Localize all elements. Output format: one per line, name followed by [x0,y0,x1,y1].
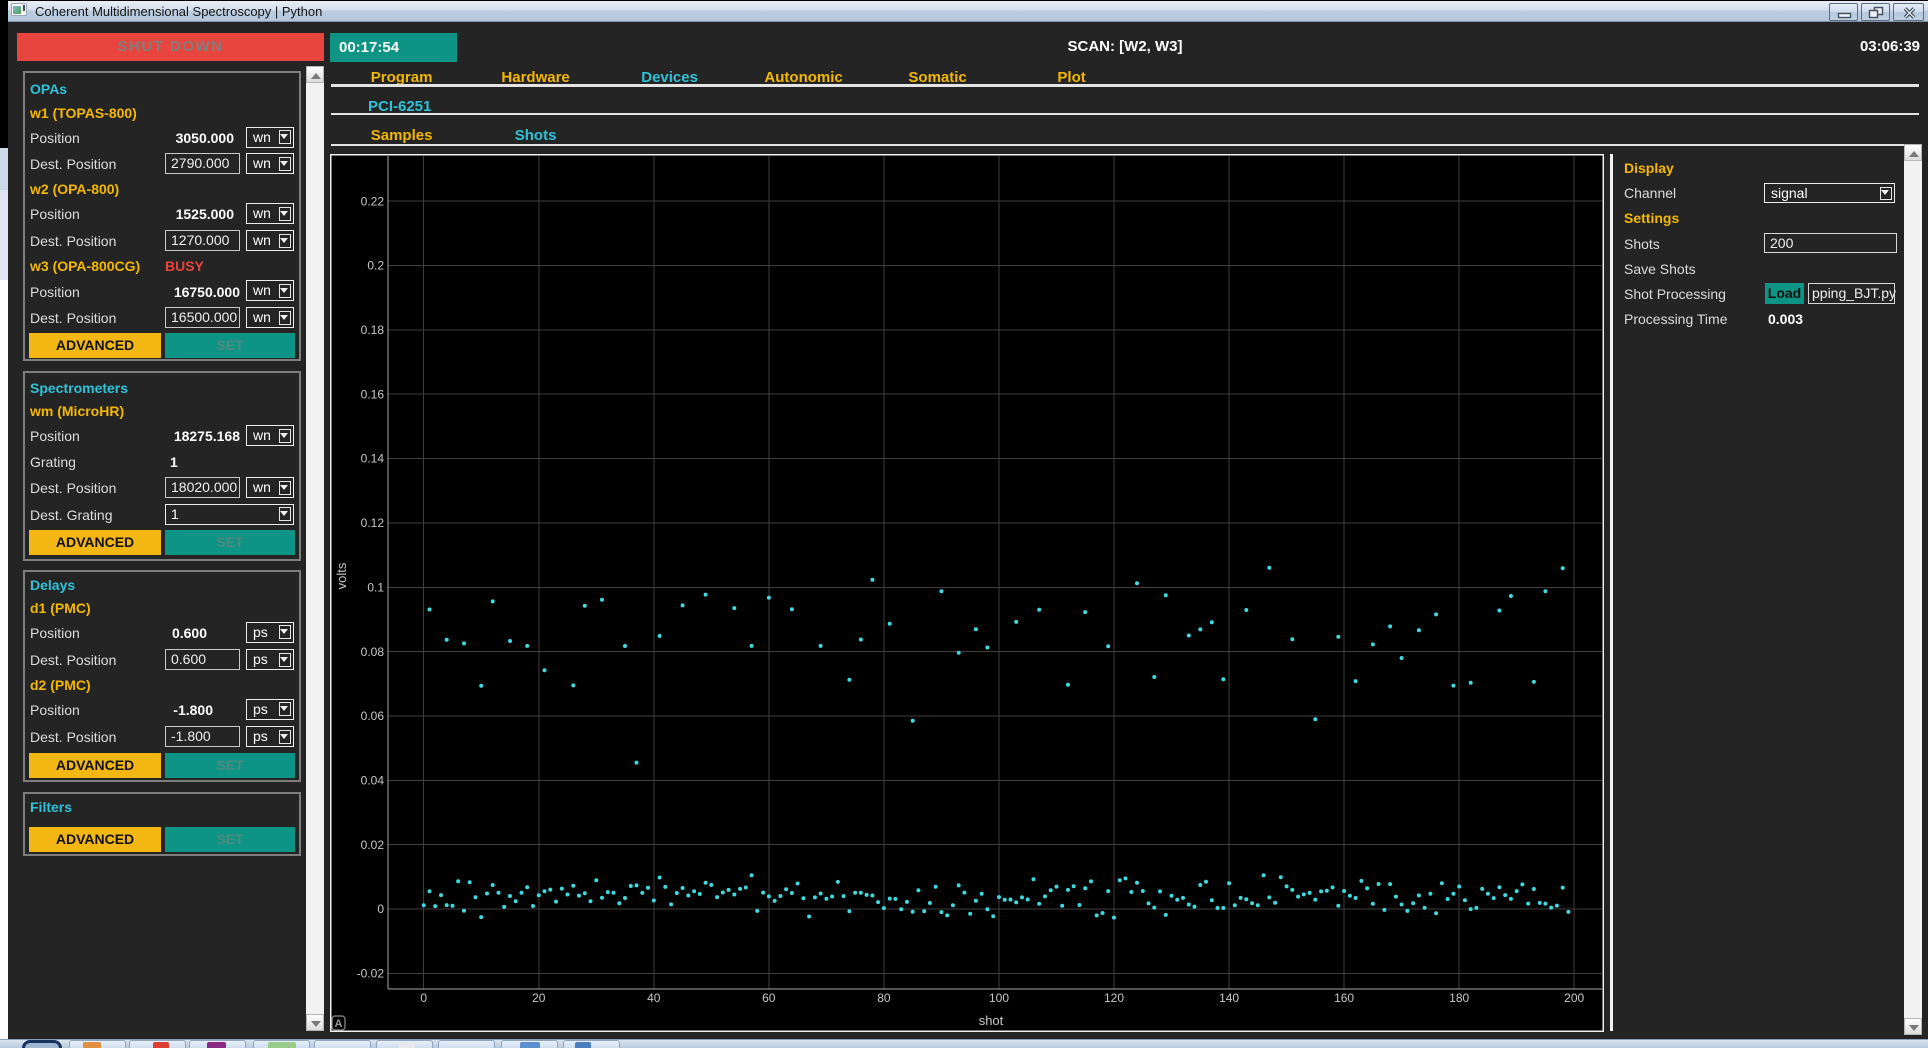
svg-text:180: 180 [1449,991,1469,1005]
svg-text:0: 0 [377,902,384,916]
svg-text:0.18: 0.18 [361,323,385,337]
svg-text:80: 80 [877,991,891,1005]
svg-text:20: 20 [532,991,546,1005]
svg-text:shot: shot [979,1013,1004,1028]
svg-text:100: 100 [989,991,1009,1005]
svg-text:A: A [335,1018,343,1030]
svg-text:120: 120 [1104,991,1124,1005]
svg-text:0.1: 0.1 [367,580,384,594]
svg-text:0.12: 0.12 [361,516,385,530]
svg-text:volts: volts [334,562,349,589]
svg-text:140: 140 [1219,991,1239,1005]
svg-text:-0.02: -0.02 [357,967,385,981]
svg-text:0.2: 0.2 [367,259,384,273]
svg-text:40: 40 [647,991,661,1005]
svg-text:200: 200 [1564,991,1584,1005]
svg-text:0: 0 [420,991,427,1005]
svg-text:160: 160 [1334,991,1354,1005]
svg-text:0.06: 0.06 [361,709,385,723]
svg-text:60: 60 [762,991,776,1005]
svg-text:0.16: 0.16 [361,387,385,401]
svg-text:0.04: 0.04 [361,774,385,788]
svg-text:0.14: 0.14 [361,452,385,466]
svg-text:0.22: 0.22 [361,194,385,208]
svg-text:0.02: 0.02 [361,838,385,852]
svg-text:0.08: 0.08 [361,645,385,659]
